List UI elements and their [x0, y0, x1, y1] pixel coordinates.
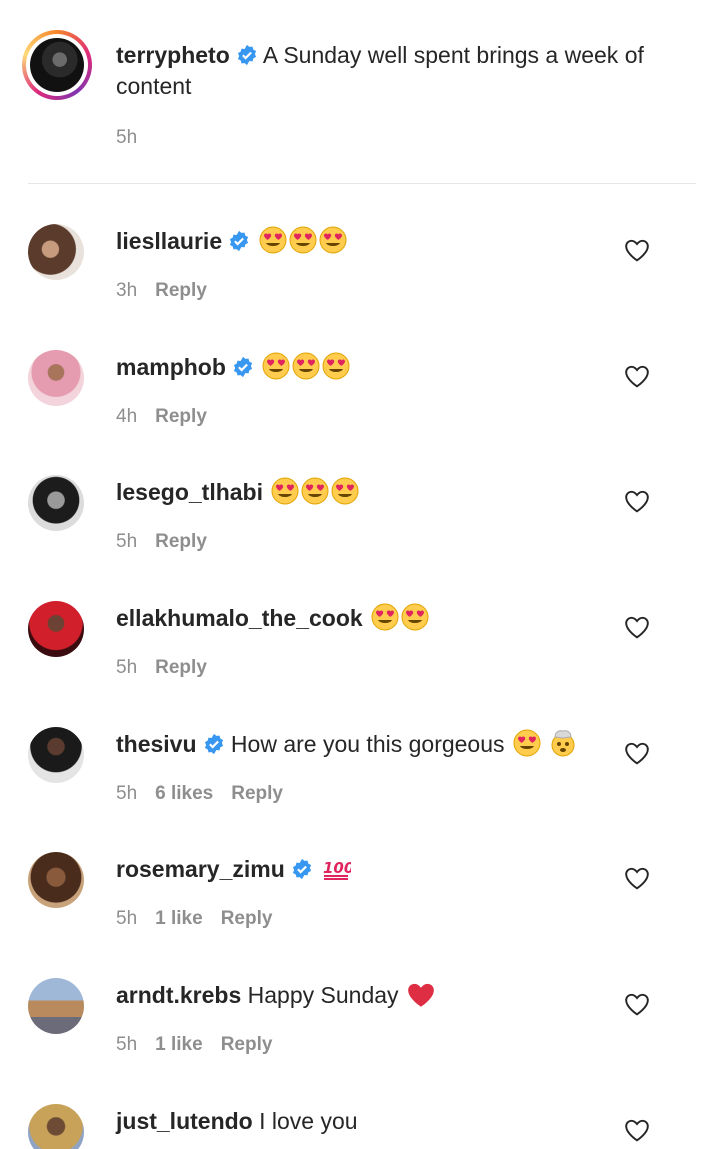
comment-item: thesivu How are you this gorgeous 5h 6 li…	[0, 727, 720, 853]
comment-username[interactable]: mamphob	[116, 354, 226, 380]
caption-timestamp: 5h	[116, 127, 138, 148]
likes-count[interactable]: 1 like	[155, 908, 203, 929]
comment-timestamp: 3h	[116, 280, 138, 301]
like-heart-icon[interactable]	[624, 238, 650, 262]
exploding-head-emoji-icon	[551, 730, 575, 757]
comment-text: lesego_tlhabi	[116, 477, 359, 507]
comment-meta: 3h Reply	[116, 280, 225, 302]
comment-username[interactable]: thesivu	[116, 731, 197, 757]
avatar	[30, 38, 84, 92]
likes-count[interactable]: 1 like	[155, 1034, 203, 1055]
post-caption: terrypheto A Sunday well spent brings a …	[0, 0, 720, 184]
heart-eyes-emoji-icon	[401, 603, 429, 631]
comment-text: arndt.krebs Happy Sunday	[116, 980, 435, 1010]
comment-meta: 5h 6 likes Reply	[116, 783, 301, 805]
like-heart-icon[interactable]	[624, 364, 650, 388]
red-heart-emoji-icon	[408, 983, 434, 1007]
comment-meta: 5h Reply	[116, 531, 225, 553]
avatar[interactable]	[28, 1104, 84, 1149]
comment-username[interactable]: arndt.krebs	[116, 982, 241, 1008]
like-heart-icon[interactable]	[624, 1118, 650, 1142]
comment-item: just_lutendo I love you	[0, 1104, 720, 1149]
comment-body: Happy Sunday	[247, 982, 399, 1008]
comment-item: lesego_tlhabi 5h Reply	[0, 475, 720, 601]
heart-eyes-emoji-icon	[322, 352, 350, 380]
heart-eyes-emoji-icon	[331, 477, 359, 505]
comment-username[interactable]: just_lutendo	[116, 1108, 253, 1134]
comment-item: rosemary_zimu 100 5h 1 like Reply	[0, 852, 720, 978]
avatar[interactable]	[28, 727, 84, 783]
reply-button[interactable]: Reply	[221, 1034, 273, 1055]
comment-meta: 5h 1 like Reply	[116, 1034, 290, 1056]
comment-username[interactable]: liesllaurie	[116, 228, 222, 254]
heart-eyes-emoji-icon	[271, 477, 299, 505]
like-heart-icon[interactable]	[624, 741, 650, 765]
reply-button[interactable]: Reply	[231, 783, 283, 804]
heart-eyes-emoji-icon	[319, 226, 347, 254]
heart-eyes-emoji-icon	[301, 477, 329, 505]
avatar[interactable]	[28, 601, 84, 657]
reply-button[interactable]: Reply	[155, 406, 207, 427]
comment-text: just_lutendo I love you	[116, 1106, 358, 1136]
comment-meta: 4h Reply	[116, 406, 225, 428]
comment-timestamp: 4h	[116, 406, 138, 427]
comment-timestamp: 5h	[116, 657, 138, 678]
comment-timestamp: 5h	[116, 783, 138, 804]
avatar[interactable]	[28, 350, 84, 406]
comment-item: ellakhumalo_the_cook 5h Reply	[0, 601, 720, 727]
comment-text: mamphob	[116, 352, 350, 382]
likes-count[interactable]: 6 likes	[155, 783, 213, 804]
verified-icon	[230, 230, 249, 252]
comment-timestamp: 5h	[116, 908, 138, 929]
comment-username[interactable]: ellakhumalo_the_cook	[116, 605, 363, 631]
comment-timestamp: 5h	[116, 531, 138, 552]
avatar[interactable]	[28, 224, 84, 280]
heart-eyes-emoji-icon	[371, 603, 399, 631]
avatar[interactable]	[28, 475, 84, 531]
comment-username[interactable]: lesego_tlhabi	[116, 479, 263, 505]
reply-button[interactable]: Reply	[155, 657, 207, 678]
reply-button[interactable]: Reply	[155, 531, 207, 552]
verified-icon	[292, 858, 311, 880]
avatar[interactable]	[28, 978, 84, 1034]
verified-icon	[204, 733, 223, 755]
comment-item: liesllaurie 3h Reply	[0, 224, 720, 350]
heart-eyes-emoji-icon	[289, 226, 317, 254]
divider	[28, 183, 696, 184]
like-heart-icon[interactable]	[624, 615, 650, 639]
comment-meta: 5h 1 like Reply	[116, 908, 290, 930]
heart-eyes-emoji-icon	[513, 729, 541, 757]
heart-eyes-emoji-icon	[259, 226, 287, 254]
comment-item: mamphob 4h Reply	[0, 350, 720, 476]
svg-text:100: 100	[323, 859, 351, 877]
caption-text: terrypheto A Sunday well spent brings a …	[116, 40, 676, 102]
avatar[interactable]	[28, 852, 84, 908]
reply-button[interactable]: Reply	[155, 280, 207, 301]
comment-text: rosemary_zimu 100	[116, 854, 351, 884]
verified-icon	[237, 44, 256, 66]
comment-body: I love you	[259, 1108, 358, 1134]
hundred-points-emoji-icon: 100	[323, 859, 351, 880]
comment-text: liesllaurie	[116, 226, 347, 256]
comment-body: How are you this gorgeous	[230, 731, 505, 757]
comment-text: ellakhumalo_the_cook	[116, 603, 429, 633]
caption-username[interactable]: terrypheto	[116, 42, 230, 68]
comment-username[interactable]: rosemary_zimu	[116, 856, 285, 882]
like-heart-icon[interactable]	[624, 992, 650, 1016]
like-heart-icon[interactable]	[624, 866, 650, 890]
reply-button[interactable]: Reply	[221, 908, 273, 929]
comment-timestamp: 5h	[116, 1034, 138, 1055]
comment-item: arndt.krebs Happy Sunday 5h 1 like Reply	[0, 978, 720, 1104]
heart-eyes-emoji-icon	[262, 352, 290, 380]
like-heart-icon[interactable]	[624, 489, 650, 513]
heart-eyes-emoji-icon	[292, 352, 320, 380]
comment-text: thesivu How are you this gorgeous	[116, 729, 577, 759]
comment-meta: 5h Reply	[116, 657, 225, 679]
verified-icon	[233, 356, 252, 378]
story-avatar-terrypheto[interactable]	[22, 30, 92, 100]
